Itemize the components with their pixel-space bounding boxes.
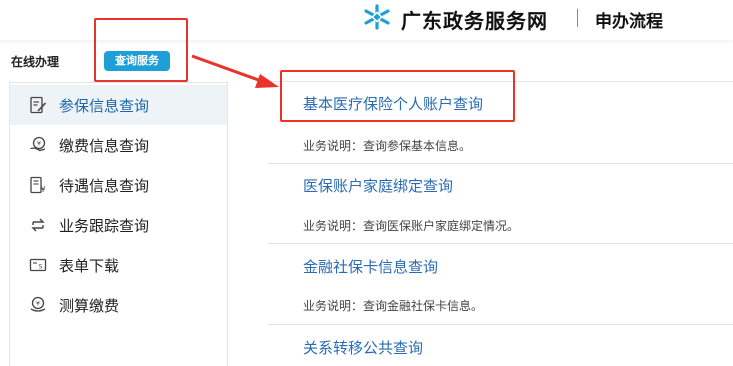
snowflake-logo-icon [364,4,390,30]
sidebar-item-label: 表单下载 [59,257,120,275]
sidebar-item-calculate-payment[interactable]: ¥ 测算缴费 [10,285,227,325]
site-brand[interactable]: 广东政务服务网 [401,5,548,34]
service-link-relation-transfer[interactable]: 关系转移公共查询 [303,337,423,358]
service-description: 业务说明：查询参保基本信息。 [303,139,472,153]
sidebar-item-insurance-info[interactable]: 参保信息查询 [10,85,227,125]
svg-text:¥: ¥ [36,300,40,308]
list-divider [268,163,733,164]
coin-hand-icon: ¥ [30,136,46,152]
service-link-family-binding[interactable]: 医保账户家庭绑定查询 [303,175,453,196]
service-description: 业务说明：查询医保账户家庭绑定情况。 [303,219,520,233]
sidebar-menu: 参保信息查询 ¥ 缴费信息查询 ¥ 待遇信息查询 业务跟踪查询 S 表单下载 ¥… [9,82,228,366]
sidebar-item-label: 测算缴费 [59,297,120,315]
sidebar-item-label: 业务跟踪查询 [59,217,150,235]
list-divider [268,324,733,325]
service-link-social-card[interactable]: 金融社保卡信息查询 [303,256,438,277]
sidebar-item-form-download[interactable]: S 表单下载 [10,245,227,285]
yen-document-icon: ¥ [30,176,46,194]
service-description: 业务说明：查询金融社保卡信息。 [303,299,484,313]
document-edit-icon [30,96,47,114]
sidebar-item-label: 缴费信息查询 [59,137,150,155]
page-title: 申办流程 [595,12,663,32]
calculate-payment-icon: ¥ [30,296,46,312]
header-divider [577,9,578,27]
sidebar-item-benefit-info[interactable]: ¥ 待遇信息查询 [10,165,227,205]
sidebar-item-label: 参保信息查询 [59,97,150,115]
sidebar-item-label: 待遇信息查询 [59,177,150,195]
svg-text:¥: ¥ [37,140,41,148]
annotation-highlight-item [280,70,515,122]
svg-text:S: S [39,264,43,271]
sidebar-item-payment-info[interactable]: ¥ 缴费信息查询 [10,125,227,165]
list-divider [268,243,733,244]
transfer-icon [31,218,45,232]
svg-text:¥: ¥ [40,185,45,194]
section-title: 在线办理 [11,55,60,69]
form-download-icon: S [29,258,47,272]
annotation-highlight-tab [94,18,188,82]
sidebar-item-business-tracking[interactable]: 业务跟踪查询 [10,205,227,245]
